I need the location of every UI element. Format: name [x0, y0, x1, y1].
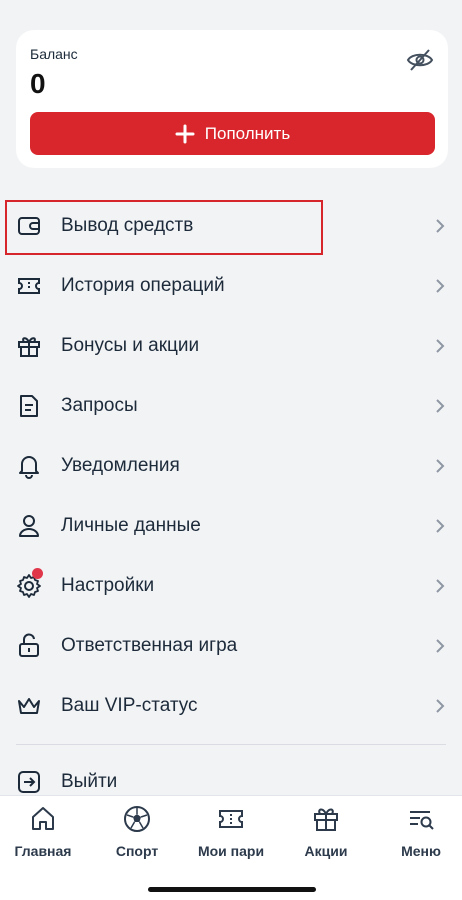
home-indicator [148, 887, 316, 892]
settings-badge-dot [32, 568, 43, 579]
nav-menu[interactable]: Меню [376, 804, 462, 859]
soccer-ball-icon [124, 806, 150, 832]
menu-item-label: История операций [61, 275, 225, 296]
nav-home[interactable]: Главная [0, 804, 88, 859]
bottom-nav: Главная Спорт Мои пари Акции Меню [0, 795, 462, 900]
bell-icon [19, 456, 39, 479]
nav-sport[interactable]: Спорт [92, 804, 182, 859]
ticket-icon [18, 278, 40, 294]
nav-label: Акции [304, 843, 348, 859]
account-menu: Вывод средств История операций Бонусы и … [0, 196, 462, 736]
menu-item-label: Бонусы и акции [61, 335, 200, 356]
menu-item-personal-data[interactable]: Личные данные [0, 496, 462, 556]
chevron-right-icon [436, 459, 445, 473]
logout-icon [18, 771, 40, 793]
menu-item-withdraw[interactable]: Вывод средств [0, 196, 462, 256]
gift-icon [314, 808, 338, 831]
eye-slash-icon[interactable] [406, 48, 434, 72]
menu-item-label: Ваш VIP-статус [61, 695, 198, 716]
menu-item-label: Вывод средств [61, 215, 194, 236]
chevron-right-icon [436, 399, 445, 413]
crown-icon [18, 698, 40, 714]
chevron-right-icon [436, 519, 445, 533]
chevron-right-icon [436, 339, 445, 353]
topup-label: Пополнить [204, 123, 291, 143]
user-icon [19, 515, 39, 537]
chevron-right-icon [436, 699, 445, 713]
nav-label: Мои пари [197, 843, 265, 859]
menu-item-vip-status[interactable]: Ваш VIP-статус [0, 676, 462, 736]
menu-item-settings[interactable]: Настройки [0, 556, 462, 616]
topup-button[interactable]: Пополнить [30, 112, 435, 155]
chevron-right-icon [436, 219, 445, 233]
wallet-icon [18, 217, 40, 235]
divider [16, 744, 446, 745]
chevron-right-icon [436, 279, 445, 293]
nav-label: Спорт [115, 843, 159, 859]
gift-icon [18, 337, 40, 357]
menu-item-label: Ответственная игра [61, 635, 238, 656]
balance-card: Баланс 0 Пополнить [16, 30, 448, 168]
menu-item-history[interactable]: История операций [0, 256, 462, 316]
nav-label: Главная [14, 843, 72, 859]
menu-item-notifications[interactable]: Уведомления [0, 436, 462, 496]
menu-item-label: Личные данные [61, 515, 201, 536]
balance-label: Баланс [30, 46, 78, 62]
document-icon [20, 395, 38, 417]
balance-value: 0 [30, 68, 46, 99]
nav-my-bets[interactable]: Мои пари [186, 804, 276, 859]
chevron-right-icon [436, 639, 445, 653]
logout-label: Выйти [61, 771, 118, 792]
nav-promotions[interactable]: Акции [281, 804, 371, 859]
ticket-icon [219, 810, 243, 828]
menu-item-responsible-gaming[interactable]: Ответственная игра [0, 616, 462, 676]
menu-search-icon [410, 811, 434, 830]
unlock-icon [19, 633, 39, 657]
nav-label: Меню [401, 843, 441, 859]
menu-item-label: Настройки [61, 575, 155, 596]
menu-item-label: Запросы [61, 395, 138, 416]
menu-item-label: Уведомления [61, 455, 180, 476]
chevron-right-icon [436, 579, 445, 593]
menu-item-bonuses[interactable]: Бонусы и акции [0, 316, 462, 376]
home-icon [32, 807, 54, 830]
plus-icon [175, 124, 195, 143]
menu-item-requests[interactable]: Запросы [0, 376, 462, 436]
